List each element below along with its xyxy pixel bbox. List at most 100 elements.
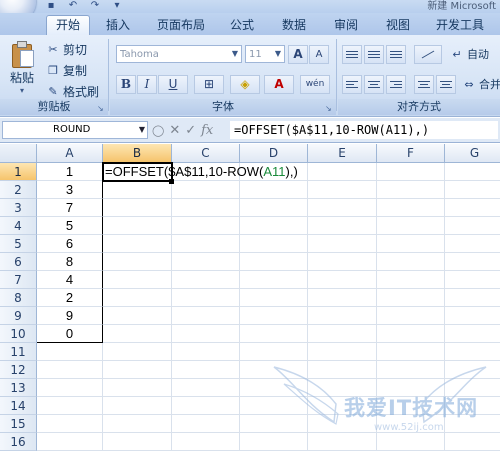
cell[interactable] [377,307,445,325]
row-header[interactable]: 12 [0,361,37,379]
formula-input[interactable]: =OFFSET($A$11,10-ROW(A11),) [230,121,498,139]
cell[interactable]: 2 [37,289,103,307]
format-painter-button[interactable]: ✎ 格式刷 [46,82,99,100]
cell[interactable] [308,289,377,307]
cell[interactable] [103,235,172,253]
phonetic-button[interactable]: wén [300,75,330,94]
cell[interactable] [172,217,240,235]
chevron-down-icon[interactable]: ▼ [272,46,284,62]
chevron-down-icon[interactable]: ▼ [229,46,241,62]
column-header-a[interactable]: A [37,144,103,163]
save-icon[interactable]: ▪ [44,0,58,11]
row-header[interactable]: 14 [0,397,37,415]
tab-formulas[interactable]: 公式 [224,16,260,35]
column-header-f[interactable]: F [377,144,445,163]
cell[interactable] [445,163,500,181]
cell[interactable] [103,415,172,433]
row-header[interactable]: 9 [0,307,37,325]
cell[interactable] [377,163,445,181]
cell[interactable] [445,217,500,235]
cell[interactable] [308,343,377,361]
cell[interactable] [172,397,240,415]
cell[interactable] [445,307,500,325]
align-center-icon[interactable] [364,75,384,94]
tab-insert[interactable]: 插入 [98,16,138,35]
cell[interactable] [445,325,500,343]
cell[interactable] [172,271,240,289]
cell[interactable] [445,235,500,253]
grow-font-button[interactable]: A [288,45,308,64]
column-header-e[interactable]: E [308,144,377,163]
cell[interactable]: 4 [37,271,103,289]
cell[interactable] [377,271,445,289]
font-launcher-icon[interactable]: ↘ [325,104,334,113]
cell[interactable] [37,415,103,433]
cell[interactable] [172,289,240,307]
cell[interactable] [172,433,240,451]
cell[interactable] [445,199,500,217]
cell[interactable] [172,343,240,361]
cell[interactable]: 7 [37,199,103,217]
column-header-d[interactable]: D [240,144,308,163]
row-header[interactable]: 3 [0,199,37,217]
cell[interactable]: 6 [37,235,103,253]
cell[interactable] [172,181,240,199]
cell[interactable] [240,343,308,361]
cell[interactable] [172,415,240,433]
paste-dropdown-icon[interactable]: ▾ [6,86,38,95]
borders-button[interactable]: ⊞ [194,75,224,94]
cell[interactable] [37,397,103,415]
cell[interactable] [103,217,172,235]
cell[interactable] [240,307,308,325]
cell[interactable]: 1 [37,163,103,181]
cell[interactable] [172,235,240,253]
cell[interactable] [240,199,308,217]
cell[interactable] [103,397,172,415]
align-left-icon[interactable] [342,75,362,94]
cell[interactable] [445,181,500,199]
cell[interactable] [103,325,172,343]
insert-function-icon[interactable]: fx [201,123,213,138]
cell[interactable] [445,289,500,307]
cell[interactable] [240,289,308,307]
paste-button[interactable]: 粘贴 ▾ [6,41,38,97]
cell[interactable] [240,235,308,253]
column-header-c[interactable]: C [172,144,240,163]
cut-button[interactable]: ✂ 剪切 [46,40,87,58]
row-header[interactable]: 11 [0,343,37,361]
tab-developer[interactable]: 开发工具 [430,16,490,35]
font-size-combo[interactable]: 11 ▼ [245,45,285,63]
chevron-down-icon[interactable]: ▼ [139,122,145,138]
cell[interactable] [377,253,445,271]
cell[interactable] [103,433,172,451]
align-middle-icon[interactable] [364,45,384,64]
name-box[interactable]: ROUND ▼ [2,121,148,139]
cell[interactable] [308,181,377,199]
cell[interactable] [240,181,308,199]
cell[interactable] [445,253,500,271]
cell[interactable] [308,325,377,343]
expand-icon[interactable]: ◯ [152,124,164,137]
row-header[interactable]: 4 [0,217,37,235]
cell[interactable] [37,361,103,379]
cell[interactable]: 5 [37,217,103,235]
cell[interactable] [37,433,103,451]
cell[interactable] [172,325,240,343]
cell[interactable] [103,379,172,397]
cell[interactable] [445,271,500,289]
column-header-g[interactable]: G [445,144,500,163]
cell[interactable] [103,361,172,379]
cell[interactable] [103,253,172,271]
align-bottom-icon[interactable] [386,45,406,64]
underline-button[interactable]: U [158,75,188,94]
row-header[interactable]: 15 [0,415,37,433]
cell[interactable] [308,199,377,217]
undo-icon[interactable]: ↶ [66,0,80,11]
row-header[interactable]: 1 [0,163,37,181]
cell[interactable] [103,199,172,217]
cell[interactable] [37,343,103,361]
cell[interactable] [172,379,240,397]
increase-indent-icon[interactable] [436,75,456,94]
cell[interactable]: 0 [37,325,103,343]
clipboard-launcher-icon[interactable]: ↘ [97,104,106,113]
